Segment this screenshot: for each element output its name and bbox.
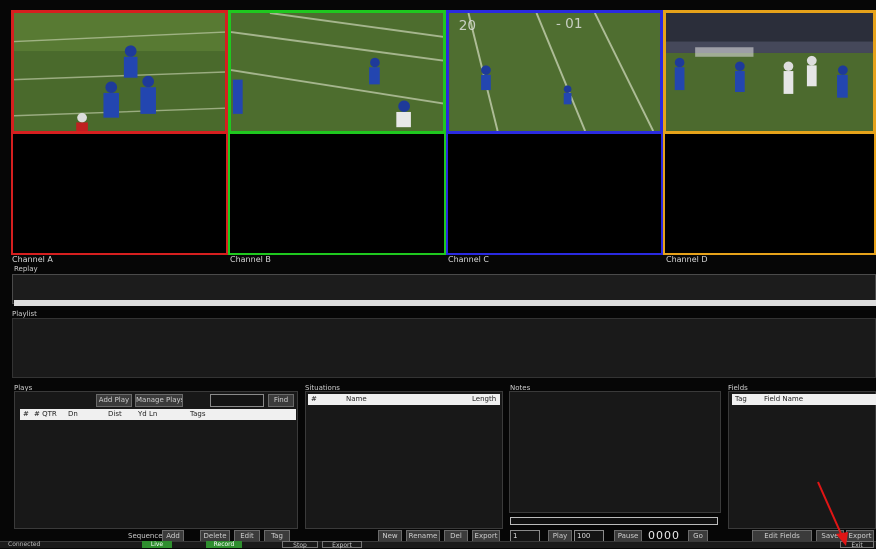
sit-col-length: Length: [472, 395, 497, 403]
find-button[interactable]: Find: [268, 394, 294, 407]
status-export[interactable]: Export: [322, 541, 362, 549]
fields-col-name: Field Name: [764, 395, 804, 403]
fields-panel: [728, 391, 876, 529]
channel-a-label: Channel A: [12, 255, 53, 264]
status-bar: [0, 541, 876, 548]
col-yardline: Yd Ln: [138, 410, 158, 418]
playlist-area[interactable]: [12, 318, 876, 378]
sit-col-name: Name: [346, 395, 367, 403]
sequence-label: Sequence: [128, 532, 163, 540]
replay-label: Replay: [14, 265, 38, 273]
col-index: #: [23, 410, 29, 418]
status-live[interactable]: Live: [142, 541, 172, 548]
annotation-arrow: [817, 481, 848, 546]
col-qtr: # QTR: [34, 410, 57, 418]
channel-a-frame: [11, 134, 228, 255]
playlist-label: Playlist: [12, 310, 37, 318]
channel-a-video[interactable]: [11, 10, 228, 134]
manage-plays-button[interactable]: Manage Plays: [135, 394, 183, 407]
status-record[interactable]: Record: [206, 541, 242, 548]
fields-table-header: Tag Field Name: [732, 394, 876, 405]
channel-b-video[interactable]: [228, 10, 446, 134]
status-stop[interactable]: Stop: [282, 541, 318, 549]
channel-b-label: Channel B: [230, 255, 271, 264]
fields-col-tag: Tag: [735, 395, 747, 403]
channel-d-label: Channel D: [666, 255, 708, 264]
channel-b-frame: [228, 134, 446, 255]
channel-c-frame: [446, 134, 663, 255]
replay-scrubber[interactable]: [14, 300, 876, 306]
col-tags: Tags: [190, 410, 206, 418]
plays-table-header: # # QTR Dn Dist Yd Ln Tags: [20, 409, 296, 420]
status-connected: Connected: [8, 541, 41, 548]
col-dist: Dist: [108, 410, 122, 418]
situations-table-header: # Name Length: [308, 394, 500, 405]
situations-panel: [305, 391, 503, 529]
channel-d-frame: [663, 134, 876, 255]
sit-col-index: #: [311, 395, 317, 403]
channel-d-video[interactable]: [663, 10, 876, 134]
svg-text:20: 20: [459, 19, 476, 34]
col-down: Dn: [68, 410, 78, 418]
svg-text:- 01: - 01: [556, 17, 583, 32]
notes-progress-bar[interactable]: [510, 517, 718, 525]
notes-panel[interactable]: [509, 391, 721, 513]
channel-c-video[interactable]: 20 - 01: [446, 10, 663, 134]
add-play-button[interactable]: Add Play: [96, 394, 132, 407]
channel-c-label: Channel C: [448, 255, 489, 264]
plays-search-input[interactable]: [210, 394, 264, 407]
